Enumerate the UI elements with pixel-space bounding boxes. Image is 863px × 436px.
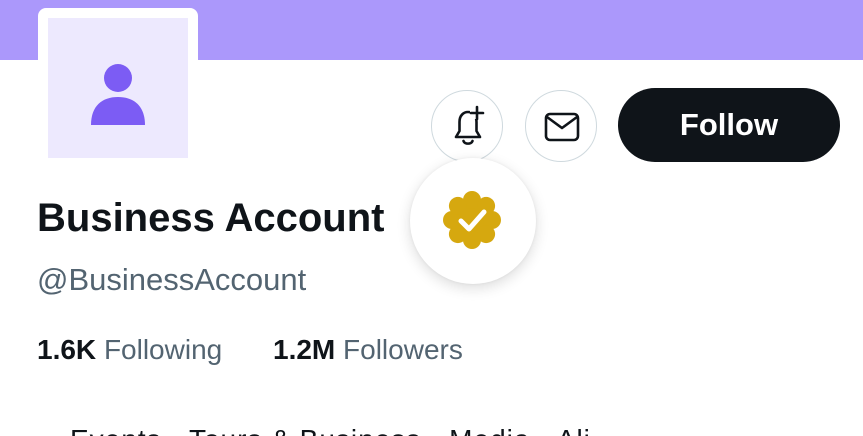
avatar-frame (38, 8, 198, 168)
default-avatar-person-icon (91, 64, 145, 125)
message-button[interactable] (525, 90, 597, 162)
envelope-icon (544, 112, 580, 142)
display-name-container: Business Account (37, 190, 409, 250)
user-handle: @BusinessAccount (37, 262, 307, 297)
gold-check-badge-icon (443, 191, 501, 249)
bell-plus-icon (454, 105, 485, 145)
followers-label: Followers (343, 334, 463, 365)
following-label: Following (103, 334, 223, 365)
profile-header: Follow Business Account @BusinessAccount… (0, 0, 863, 436)
followers-stat[interactable]: 1.2M Followers (273, 334, 463, 366)
followers-count: 1.2M (273, 334, 336, 365)
display-name: Business Account (37, 196, 385, 240)
avatar[interactable] (48, 18, 188, 158)
following-count: 1.6K (37, 334, 97, 365)
verified-badge-popover[interactable] (410, 158, 536, 284)
notify-button[interactable] (431, 90, 503, 162)
follow-button[interactable]: Follow (618, 88, 840, 162)
bio-line: Events · Tours & Business · Media · Ali (70, 424, 591, 436)
following-stat[interactable]: 1.6K Following (37, 334, 222, 366)
